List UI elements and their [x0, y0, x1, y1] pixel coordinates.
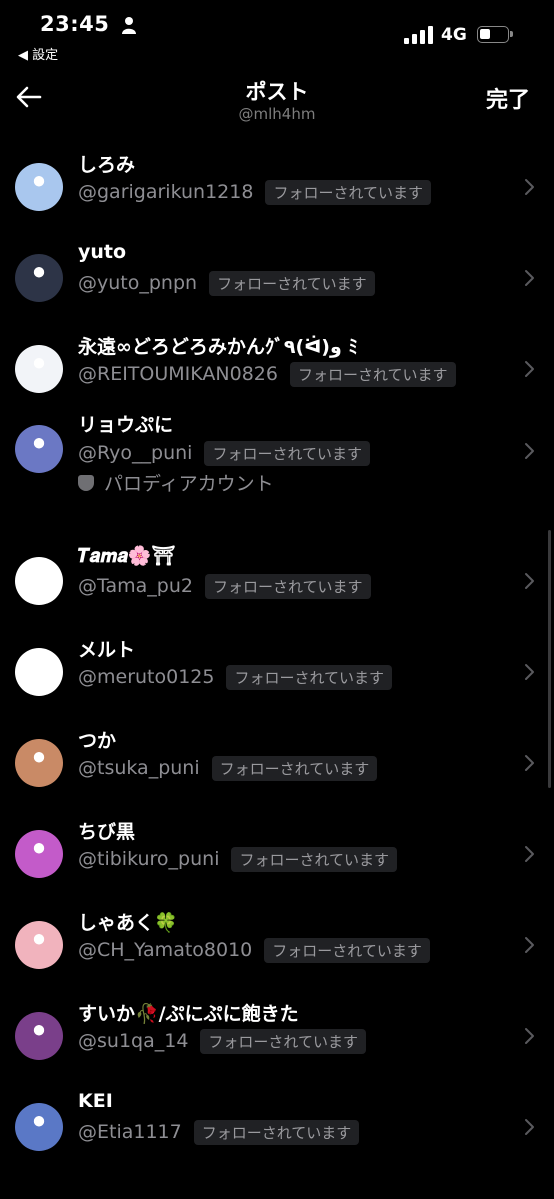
handle-row: @REITOUMIKAN0826 フォローされています — [78, 361, 456, 387]
chevron-right-icon — [525, 361, 534, 377]
page-title: ポスト — [245, 80, 309, 104]
follows-you-badge: フォローされています — [264, 937, 430, 963]
avatar[interactable] — [15, 254, 63, 302]
user-name: 永遠∞どろどろみかんｸﾞ٩(ᐛ)و ﾐ — [78, 336, 358, 358]
user-name: つか — [78, 730, 117, 752]
handle-row: @su1qa_14 フォローされています — [78, 1028, 366, 1054]
user-handle: @Ryo__puni — [78, 442, 193, 464]
handle-row: @CH_Yamato8010 フォローされています — [78, 937, 430, 963]
follows-you-badge: フォローされています — [209, 270, 375, 296]
signal-icon — [404, 26, 434, 44]
handle-row: @tibikuro_puni フォローされています — [78, 846, 398, 872]
back-to-app-link[interactable]: ◀ 設定 — [18, 44, 58, 63]
follows-you-badge: フォローされています — [204, 573, 371, 599]
follows-you-badge: フォローされています — [211, 755, 378, 781]
chevron-right-icon — [525, 1119, 534, 1135]
user-handle: @yuto_pnpn — [78, 272, 198, 294]
list-item[interactable]: KEI @Etia1117 フォローされています — [0, 1082, 554, 1173]
list-item[interactable]: しろみ @garigarikun1218 フォローされています — [0, 142, 554, 233]
user-handle: @tsuka_puni — [78, 757, 200, 779]
list-item[interactable]: ちび黒 @tibikuro_puni フォローされています — [0, 809, 554, 900]
chevron-right-icon — [525, 755, 534, 771]
page-subtitle: @mlh4hm — [238, 105, 316, 123]
chevron-right-icon — [525, 1028, 534, 1044]
handle-row: @Ryo__puni フォローされています — [78, 440, 371, 466]
user-name: しゃあく🍀 — [78, 912, 178, 934]
user-name: 𝑻𝒂𝒎𝒂🌸⛩ — [78, 545, 176, 567]
battery-icon — [477, 26, 513, 43]
follows-you-badge: フォローされています — [226, 664, 393, 690]
user-name: リョウぷに — [78, 414, 174, 436]
chevron-right-icon — [525, 664, 534, 680]
handle-row: @Tama_pu2 フォローされています — [78, 573, 371, 599]
list-item[interactable]: つか @tsuka_puni フォローされています — [0, 718, 554, 809]
network-type: 4G — [441, 25, 467, 45]
user-handle: @meruto0125 — [78, 666, 215, 688]
list-item[interactable]: メルト @meruto0125 フォローされています — [0, 627, 554, 718]
chevron-right-icon — [525, 270, 534, 286]
user-name: KEI — [78, 1090, 113, 1112]
list-item[interactable]: yuto @yuto_pnpn フォローされています — [0, 233, 554, 324]
user-handle: @Etia1117 — [78, 1121, 182, 1143]
avatar[interactable] — [15, 739, 63, 787]
handle-row: @garigarikun1218 フォローされています — [78, 179, 432, 205]
handle-row: @Etia1117 フォローされています — [78, 1119, 360, 1145]
list-item[interactable]: 永遠∞どろどろみかんｸﾞ٩(ᐛ)و ﾐ @REITOUMIKAN0826 フォローさ… — [0, 324, 554, 415]
avatar[interactable] — [15, 163, 63, 211]
mask-icon — [78, 474, 94, 491]
avatar[interactable] — [15, 1012, 63, 1060]
avatar[interactable] — [15, 1103, 63, 1151]
user-name: しろみ — [78, 154, 136, 176]
parody-text: パロディアカウント — [104, 473, 274, 495]
done-button[interactable]: 完了 — [486, 82, 530, 114]
chevron-right-icon — [525, 846, 534, 862]
list-item[interactable]: すいか🥀/ぷにぷに飽きた @su1qa_14 フォローされています — [0, 991, 554, 1082]
user-name: ちび黒 — [78, 821, 136, 843]
handle-row: @tsuka_puni フォローされています — [78, 755, 378, 781]
avatar[interactable] — [15, 921, 63, 969]
user-handle: @tibikuro_puni — [78, 848, 220, 870]
avatar[interactable] — [15, 557, 63, 605]
list-item[interactable]: 𝑻𝒂𝒎𝒂🌸⛩ @Tama_pu2 フォローされています — [0, 536, 554, 627]
follows-you-badge: フォローされています — [289, 361, 456, 387]
avatar[interactable] — [15, 345, 63, 393]
nav-header: ポスト @mlh4hm 完了 — [0, 70, 554, 130]
user-handle: @REITOUMIKAN0826 — [78, 363, 278, 385]
handle-row: @meruto0125 フォローされています — [78, 664, 393, 690]
status-bar: 23:45 ◀ 設定 4G — [0, 0, 554, 70]
follows-you-badge: フォローされています — [200, 1028, 366, 1054]
person-icon — [122, 17, 136, 34]
user-handle: @Tama_pu2 — [78, 575, 193, 597]
user-handle: @su1qa_14 — [78, 1030, 189, 1052]
follows-you-badge: フォローされています — [265, 179, 432, 205]
user-name: yuto — [78, 241, 127, 263]
follows-you-badge: フォローされています — [204, 440, 371, 466]
list-item[interactable]: リョウぷに @Ryo__puni フォローされていますパロディアカウント — [0, 414, 554, 536]
avatar[interactable] — [15, 830, 63, 878]
handle-row: @yuto_pnpn フォローされています — [78, 270, 375, 296]
scrollbar[interactable] — [548, 530, 551, 788]
chevron-right-icon — [525, 573, 534, 589]
list-item[interactable]: しゃあく🍀 @CH_Yamato8010 フォローされています — [0, 900, 554, 991]
user-name: すいか🥀/ぷにぷに飽きた — [78, 1003, 299, 1025]
avatar[interactable] — [15, 648, 63, 696]
user-handle: @CH_Yamato8010 — [78, 939, 253, 961]
user-name: メルト — [78, 639, 136, 661]
follows-you-badge: フォローされています — [231, 846, 398, 872]
status-time: 23:45 — [40, 12, 110, 36]
user-handle: @garigarikun1218 — [78, 181, 254, 203]
chevron-right-icon — [525, 179, 534, 195]
chevron-right-icon — [525, 937, 534, 953]
follows-you-badge: フォローされています — [193, 1119, 360, 1145]
chevron-right-icon — [525, 443, 534, 459]
parody-label: パロディアカウント — [78, 469, 274, 496]
avatar[interactable] — [15, 425, 63, 473]
